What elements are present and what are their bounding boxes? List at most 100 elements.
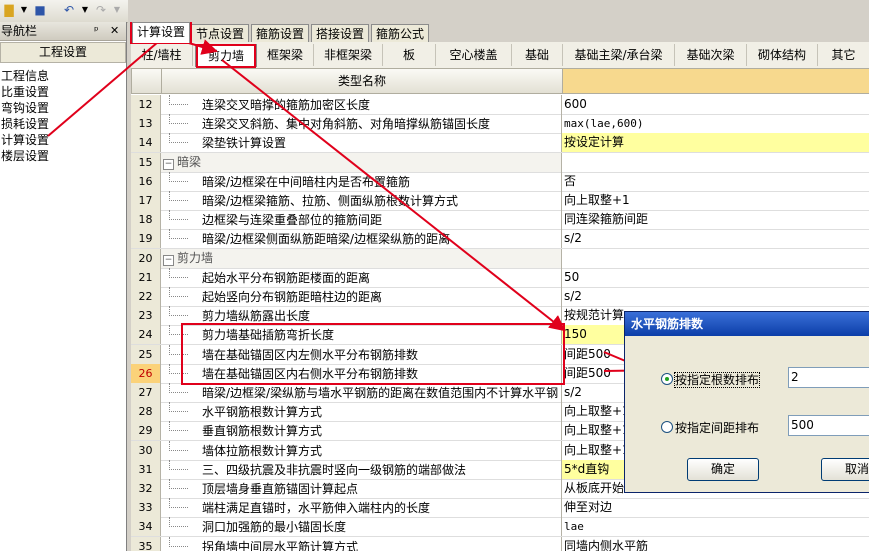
tab-stirrup-formula[interactable]: 箍筋公式 — [371, 24, 430, 43]
subtab-foundation[interactable]: 基础 — [512, 44, 563, 66]
subtab-hollow-floor[interactable]: 空心楼盖 — [436, 44, 512, 66]
row-value[interactable]: 50 — [562, 268, 869, 287]
subtab-frame-beam[interactable]: 框架梁 — [257, 44, 314, 66]
row-number: 33 — [131, 498, 161, 518]
row-number: 22 — [131, 287, 161, 306]
row-name-cell: 剪力墙基础插筋弯折长度 — [161, 325, 562, 345]
nav-item-floor[interactable]: 楼层设置 — [0, 148, 126, 164]
row-name-cell: 顶层墙身垂直筋锚固计算起点 — [161, 479, 562, 498]
subtab-foundation-main-beam[interactable]: 基础主梁/承台梁 — [563, 44, 675, 66]
dialog-title: 水平钢筋排数 — [625, 312, 869, 336]
radio-button-checked[interactable] — [661, 373, 673, 385]
dropdown-arrow-icon[interactable]: ▼ — [110, 3, 124, 17]
row-value[interactable] — [562, 153, 869, 172]
row-number: 32 — [131, 479, 161, 498]
table-row[interactable]: 15− 暗梁 — [131, 152, 869, 173]
nav-title: 导航栏 — [1, 24, 38, 38]
row-value[interactable]: 按设定计算 — [562, 133, 869, 153]
row-value[interactable]: lae — [562, 517, 869, 536]
table-row[interactable]: 12 连梁交叉暗撑的箍筋加密区长度 600 — [131, 95, 869, 115]
nav-section-project-settings[interactable]: 工程设置 — [0, 42, 126, 63]
row-value[interactable]: s/2 — [562, 287, 869, 306]
row-name: 暗梁/边框梁在中间暗柱内是否布置箍筋 — [202, 174, 411, 189]
table-row[interactable]: 16 暗梁/边框梁在中间暗柱内是否布置箍筋 否 — [131, 171, 869, 192]
row-name: 起始竖向分布钢筋距暗柱边的距离 — [202, 290, 383, 304]
subtab-other[interactable]: 其它 — [818, 44, 869, 66]
pin-icon[interactable]: ᵖ — [94, 22, 99, 40]
collapse-icon[interactable]: − — [163, 158, 174, 170]
nav-title-bar: 导航栏 ᵖ ✕ — [0, 22, 126, 41]
nav-item-project-info[interactable]: 工程信息 — [0, 68, 126, 84]
row-value[interactable] — [562, 249, 869, 268]
tree-line — [169, 133, 188, 144]
table-row[interactable]: 22 起始竖向分布钢筋距暗柱边的距离 s/2 — [131, 287, 869, 307]
subtab-slab[interactable]: 板 — [383, 44, 436, 66]
redo-icon[interactable]: ↷ — [94, 3, 108, 17]
table-row[interactable]: 19 暗梁/边框梁侧面纵筋距暗梁/边框梁纵筋的距离 s/2 — [131, 229, 869, 250]
subtab-column[interactable]: 柱/墙柱 — [131, 44, 193, 66]
close-icon[interactable]: ✕ — [110, 22, 119, 40]
row-number: 15 — [131, 152, 161, 172]
row-value[interactable]: s/2 — [562, 229, 869, 248]
table-row[interactable]: 33 端柱满足直锚时，水平筋伸入端柱内的长度 伸至对边 — [131, 498, 869, 519]
subtab-foundation-secondary-beam[interactable]: 基础次梁 — [675, 44, 747, 66]
table-row[interactable]: 21 起始水平分布钢筋距楼面的距离 50 — [131, 267, 869, 288]
row-value[interactable]: 600 — [562, 95, 869, 114]
row-value[interactable]: max(lae,600) — [562, 114, 869, 133]
save-icon[interactable]: ■ — [33, 3, 47, 17]
row-name-cell: 边框梁与连梁重叠部位的箍筋间距 — [161, 210, 562, 230]
radio-button-unchecked[interactable] — [661, 421, 673, 433]
row-name-cell: 暗梁/边框梁/梁纵筋与墙水平钢筋的距离在数值范围内不计算水平钢 — [161, 383, 562, 402]
radio-by-count[interactable]: 按指定根数排布 — [661, 371, 761, 388]
nav-item-loss[interactable]: 损耗设置 — [0, 116, 126, 132]
row-number: 26 — [131, 363, 161, 383]
row-value[interactable]: 向上取整+1 — [562, 191, 869, 210]
row-name-cell: 暗梁/边框梁侧面纵筋距暗梁/边框梁纵筋的距离 — [161, 229, 562, 249]
nav-item-density[interactable]: 比重设置 — [0, 84, 126, 100]
row-name: 暗梁/边框梁/梁纵筋与墙水平钢筋的距离在数值范围内不计算水平钢 — [202, 386, 559, 400]
table-row[interactable]: 35 拐角墙中间层水平筋计算方式 同墙内侧水平筋 — [131, 536, 869, 551]
row-value[interactable]: 同墙内侧水平筋 — [562, 537, 869, 551]
tab-node-settings[interactable]: 节点设置 — [191, 24, 250, 43]
row-name-cell: 三、四级抗震及非抗震时竖向一级钢筋的端部做法 — [161, 459, 562, 479]
undo-icon[interactable]: ↶ — [62, 3, 76, 17]
ok-button[interactable]: 确定 — [687, 458, 759, 481]
row-name: 暗梁/边框梁箍筋、拉筋、侧面纵筋根数计算方式 — [202, 194, 459, 208]
radio-by-spacing[interactable]: 按指定间距排布 — [661, 419, 759, 436]
table-row[interactable]: 14 梁垫铁计算设置 按设定计算 — [131, 133, 869, 154]
subtab-masonry[interactable]: 砌体结构 — [747, 44, 818, 66]
tab-stirrup-settings[interactable]: 箍筋设置 — [251, 24, 310, 43]
row-number: 16 — [131, 171, 161, 191]
tree-line — [169, 95, 188, 105]
row-value[interactable]: 伸至对边 — [562, 498, 869, 517]
table-row[interactable]: 13 连梁交叉斜筋、集中对角斜筋、对角暗撑纵筋锚固长度 max(lae,600) — [131, 114, 869, 135]
row-number: 20 — [131, 248, 161, 268]
tree-line — [169, 383, 188, 393]
collapse-icon[interactable]: − — [163, 254, 174, 266]
row-name-cell: 起始竖向分布钢筋距暗柱边的距离 — [161, 287, 562, 306]
row-value[interactable]: 同连梁箍筋间距 — [562, 210, 869, 229]
table-row[interactable]: 17 暗梁/边框梁箍筋、拉筋、侧面纵筋根数计算方式 向上取整+1 — [131, 191, 869, 211]
row-number: 30 — [131, 440, 161, 460]
subtab-nonframe-beam[interactable]: 非框架梁 — [314, 44, 383, 66]
subtab-shear-wall[interactable]: 剪力墙 — [195, 44, 257, 67]
table-row[interactable]: 18 边框梁与连梁重叠部位的箍筋间距 同连梁箍筋间距 — [131, 210, 869, 231]
open-folder-icon[interactable]: ▇ — [2, 3, 16, 17]
spacing-input[interactable]: 500 — [788, 415, 869, 436]
row-name-cell: 连梁交叉暗撑的箍筋加密区长度 — [161, 95, 562, 114]
cancel-button[interactable]: 取消 — [821, 458, 869, 481]
row-name: 洞口加强筋的最小锚固长度 — [202, 520, 347, 535]
dropdown-arrow-icon[interactable]: ▼ — [17, 3, 31, 17]
dropdown-arrow-icon[interactable]: ▼ — [78, 3, 92, 17]
table-row[interactable]: 20− 剪力墙 — [131, 248, 869, 269]
tab-calc-settings[interactable]: 计算设置 — [132, 22, 191, 43]
nav-item-calc[interactable]: 计算设置 — [0, 132, 126, 148]
table-row[interactable]: 34 洞口加强筋的最小锚固长度 lae — [131, 517, 869, 538]
row-name-cell: 拐角墙中间层水平筋计算方式 — [161, 536, 562, 551]
row-value[interactable]: 否 — [562, 172, 869, 191]
nav-item-hook[interactable]: 弯钩设置 — [0, 100, 126, 116]
tab-lap-settings[interactable]: 搭接设置 — [311, 24, 370, 43]
count-input[interactable]: 2 — [788, 367, 869, 388]
tree-line — [169, 191, 188, 201]
row-number: 13 — [131, 114, 161, 134]
